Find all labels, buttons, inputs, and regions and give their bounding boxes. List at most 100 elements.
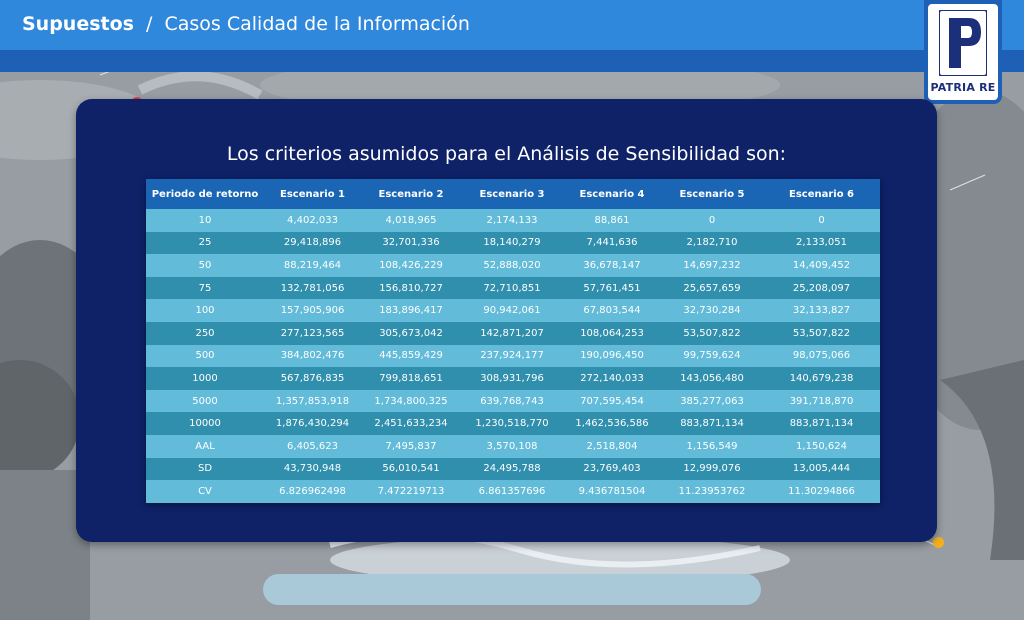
- scenario-value-cell: 2,451,633,234: [374, 418, 448, 430]
- scenario-value-cell: 2,182,710: [686, 237, 738, 249]
- scenario-value-cell: 4,402,033: [287, 214, 338, 226]
- scenario-value-cell: 25,657,659: [683, 282, 741, 294]
- scenario-value-cell: 156,810,727: [379, 282, 443, 294]
- scenario-value-cell: 707,595,454: [580, 395, 644, 407]
- scenario-value-cell: 88,219,464: [283, 259, 342, 271]
- scenario-value-cell: 7,441,636: [586, 237, 638, 249]
- scenario-value-cell: 1,156,549: [686, 440, 738, 452]
- scenario-value-cell: 799,818,651: [379, 372, 443, 384]
- table-row: 25 29,418,896 32,701,336 18,140,279 7,441,63…: [146, 231, 880, 255]
- scenario-value-cell: 237,924,177: [480, 350, 544, 362]
- scenario-value-cell: 24,495,788: [483, 463, 541, 475]
- column-header: Escenario 6: [763, 179, 880, 209]
- scenario-value-cell: 385,277,063: [680, 395, 744, 407]
- return-period-cell: 1000: [192, 372, 218, 384]
- scenario-value-cell: 308,931,796: [480, 372, 544, 384]
- scenario-value-cell: 4,018,965: [385, 214, 437, 226]
- scenario-value-cell: 183,896,417: [379, 305, 443, 317]
- logo-card: PATRIA RE: [928, 4, 998, 100]
- scenario-value-cell: 52,888,020: [483, 259, 541, 271]
- logo: PATRIA RE: [924, 0, 1002, 104]
- scenario-value-cell: 1,230,518,770: [475, 418, 549, 430]
- scenario-value-cell: 32,730,284: [683, 305, 741, 317]
- scenario-value-cell: 29,418,896: [283, 237, 342, 249]
- scenario-value-cell: 57,761,451: [583, 282, 641, 294]
- scenario-value-cell: 72,710,851: [483, 282, 541, 294]
- table-row: 50 88,219,464 108,426,229 52,888,020 36,678,…: [146, 254, 880, 277]
- scenario-value-cell: 25,208,097: [792, 282, 851, 294]
- table-body: 10 4,402,033 4,018,965 2,174,133 88,861 0 0 25 2…: [146, 209, 880, 503]
- scenario-value-cell: 12,999,076: [683, 463, 741, 475]
- scenario-value-cell: 6.861357696: [478, 485, 546, 497]
- table-row: 100 157,905,906 183,896,417 90,942,061 67,80…: [146, 299, 880, 322]
- panel-title: Los criterios asumidos para el Análisis …: [226, 143, 787, 165]
- scenario-value-cell: 14,409,452: [792, 259, 851, 271]
- content-panel: Los criterios asumidos para el Análisis …: [76, 99, 937, 542]
- scenario-value-cell: 108,426,229: [379, 259, 443, 271]
- column-header: Escenario 1: [264, 179, 361, 209]
- return-period-cell: 5000: [192, 395, 218, 407]
- scenario-value-cell: 2,133,051: [796, 237, 847, 249]
- table-row: AAL 6,405,623 7,495,837 3,570,108 2,518,804 1…: [146, 434, 880, 458]
- return-period-cell: 100: [195, 305, 215, 317]
- table-row: 500 384,802,476 445,859,429 237,924,177 190,…: [146, 344, 880, 368]
- scenario-value-cell: 56,010,541: [382, 463, 440, 475]
- scenario-value-cell: 1,150,624: [796, 440, 847, 452]
- table-header-row: Periodo de retorno Escenario 1 Escenario 2…: [146, 179, 880, 209]
- scenario-value-cell: 43,730,948: [283, 463, 342, 475]
- scenario-value-cell: 2,518,804: [586, 440, 638, 452]
- scenario-value-cell: 391,718,870: [789, 395, 854, 407]
- return-period-cell: 10000: [189, 418, 221, 430]
- scenario-value-cell: 14,697,232: [683, 259, 741, 271]
- return-period-cell: 50: [198, 259, 212, 271]
- column-header: Escenario 2: [361, 179, 461, 209]
- scenario-value-cell: 0: [818, 214, 825, 226]
- scenario-value-cell: 190,096,450: [580, 350, 644, 362]
- scenario-value-cell: 142,871,207: [480, 327, 544, 339]
- scenario-value-cell: 277,123,565: [280, 327, 345, 339]
- scenario-value-cell: 99,759,624: [683, 350, 741, 362]
- sensitivity-table: Periodo de retorno Escenario 1 Escenario 2…: [146, 179, 880, 503]
- scenario-value-cell: 1,876,430,294: [275, 418, 350, 430]
- scenario-value-cell: 132,781,056: [280, 282, 345, 294]
- scenario-value-cell: 567,876,835: [280, 372, 345, 384]
- scenario-value-cell: 384,802,476: [280, 350, 345, 362]
- table-row: 10 4,402,033 4,018,965 2,174,133 88,861 0 0: [146, 209, 880, 232]
- return-period-cell: 75: [198, 282, 212, 294]
- table-row: SD 43,730,948 56,010,541 24,495,788 23,769,4…: [146, 457, 880, 481]
- column-header: Escenario 4: [563, 179, 661, 209]
- table-row: 5000 1,357,853,918 1,734,800,325 639,768,74…: [146, 389, 880, 413]
- scenario-value-cell: 7.472219713: [377, 485, 445, 497]
- column-header: Escenario 5: [661, 179, 763, 209]
- scenario-value-cell: 32,701,336: [382, 237, 440, 249]
- scenario-value-cell: 7,495,837: [385, 440, 437, 452]
- scenario-value-cell: 18,140,279: [483, 237, 541, 249]
- return-period-cell: CV: [198, 485, 212, 497]
- scenario-value-cell: 1,734,800,325: [374, 395, 448, 407]
- table-row: CV 6.826962498 7.472219713 6.861357696 9.436…: [146, 480, 880, 503]
- table-row: 10000 1,876,430,294 2,451,633,234 1,230,518…: [146, 412, 880, 435]
- return-period-cell: 10: [198, 214, 212, 226]
- page-subtitle: Casos Calidad de la Información: [164, 13, 470, 35]
- scenario-value-cell: 108,064,253: [580, 327, 644, 339]
- scenario-value-cell: 98,075,066: [792, 350, 851, 362]
- logo-text: PATRIA RE: [930, 81, 996, 94]
- scenario-value-cell: 36,678,147: [583, 259, 641, 271]
- scenario-value-cell: 13,005,444: [792, 463, 851, 475]
- bottom-nav-bar: [263, 574, 761, 605]
- scenario-value-cell: 6.826962498: [279, 485, 346, 497]
- header-strip: [0, 50, 1024, 72]
- table-row: 75 132,781,056 156,810,727 72,710,851 57,761…: [146, 276, 880, 300]
- scenario-value-cell: 32,133,827: [792, 305, 851, 317]
- header-title: Supuestos / Casos Calidad de la Informac…: [22, 13, 470, 35]
- scenario-value-cell: 11.30294866: [788, 485, 855, 497]
- scenario-value-cell: 53,507,822: [683, 327, 741, 339]
- scenario-value-cell: 1,357,853,918: [275, 395, 350, 407]
- return-period-cell: 250: [195, 327, 215, 339]
- scenario-value-cell: 6,405,623: [287, 440, 338, 452]
- scenario-value-cell: 157,905,906: [280, 305, 345, 317]
- scenario-value-cell: 883,871,134: [789, 418, 854, 430]
- scenario-value-cell: 3,570,108: [486, 440, 538, 452]
- scenario-value-cell: 2,174,133: [486, 214, 538, 226]
- table-row: 250 277,123,565 305,673,042 142,871,207 108,…: [146, 321, 880, 345]
